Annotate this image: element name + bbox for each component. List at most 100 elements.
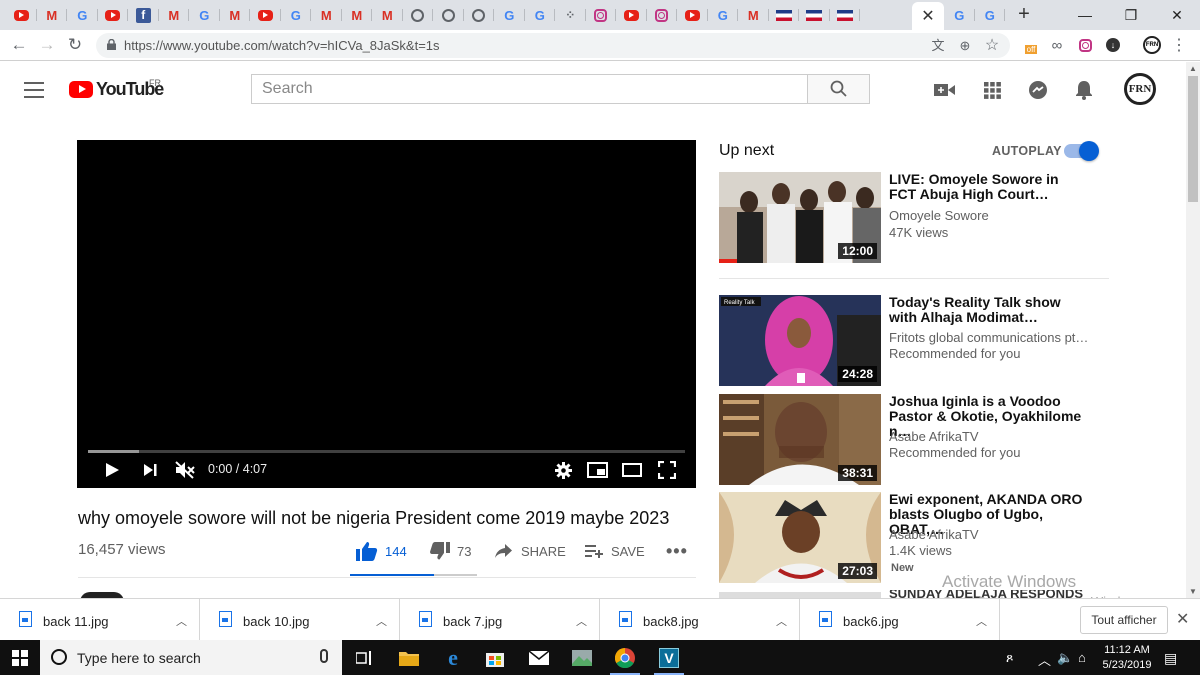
browser-tab[interactable]: f	[128, 3, 159, 27]
chevron-up-icon[interactable]: ︿	[176, 613, 187, 629]
new-tab-button[interactable]: +	[1012, 3, 1036, 27]
account-avatar[interactable]: FRN	[1124, 73, 1156, 105]
chevron-up-icon[interactable]: ︿	[376, 613, 387, 629]
messages-icon[interactable]	[1026, 78, 1050, 102]
zoom-icon[interactable]: ⊕	[955, 36, 975, 56]
apps-grid-icon[interactable]	[980, 78, 1004, 102]
browser-tab[interactable]	[433, 3, 464, 27]
fullscreen-icon[interactable]	[655, 459, 679, 481]
browser-tab[interactable]	[98, 3, 129, 27]
browser-tab[interactable]	[464, 3, 495, 27]
browser-tab[interactable]	[677, 3, 708, 27]
dislike-button[interactable]: 73	[430, 541, 471, 561]
bookmark-star-icon[interactable]: ☆	[982, 36, 1002, 56]
profile-icon[interactable]: FRN	[1141, 35, 1163, 55]
browser-tab[interactable]	[647, 3, 678, 27]
show-all-downloads-button[interactable]: Tout afficher	[1080, 606, 1168, 634]
recommendation-channel[interactable]: Asabe AfrikaTV	[889, 527, 979, 542]
file-explorer-icon[interactable]	[390, 640, 428, 675]
browser-tab[interactable]: M	[738, 3, 769, 27]
people-icon[interactable]: ጾ	[1006, 650, 1013, 666]
close-downloads-icon[interactable]: ✕	[1176, 609, 1189, 629]
search-input[interactable]	[252, 75, 807, 103]
reload-icon[interactable]: ↻	[64, 34, 86, 56]
mail-icon[interactable]	[520, 640, 558, 675]
browser-tab[interactable]: M	[159, 3, 190, 27]
extension-badge-icon[interactable]: off	[1020, 35, 1042, 55]
download-item[interactable]: back 11.jpg ︿	[0, 599, 200, 641]
network-icon[interactable]: ⌂	[1078, 650, 1086, 665]
infinity-extension-icon[interactable]: ∞	[1046, 35, 1068, 55]
photos-app-icon[interactable]	[563, 640, 601, 675]
browser-tab[interactable]	[250, 3, 281, 27]
recommendation-channel[interactable]: Omoyele Sowore	[889, 208, 989, 223]
chevron-up-icon[interactable]: ︿	[576, 613, 587, 629]
url-text[interactable]: https://www.youtube.com/watch?v=hICVa_8J…	[124, 38, 440, 53]
browser-tab[interactable]	[6, 3, 37, 27]
scroll-up-icon[interactable]: ▲	[1189, 64, 1197, 73]
browser-tab[interactable]: G	[525, 3, 556, 27]
settings-gear-icon[interactable]	[552, 459, 574, 481]
instagram-extension-icon[interactable]	[1074, 35, 1096, 55]
chrome-icon[interactable]	[606, 640, 644, 675]
recommendation-item[interactable]: 38:31 Joshua Iginla is a Voodoo Pastor &…	[719, 394, 1119, 488]
store-icon[interactable]	[476, 640, 514, 675]
browser-tab[interactable]	[616, 3, 647, 27]
restore-button[interactable]: ❐	[1108, 0, 1154, 30]
browser-tab[interactable]: M	[220, 3, 251, 27]
browser-tab[interactable]	[586, 3, 617, 27]
play-icon[interactable]	[101, 459, 123, 481]
active-tab-close-button[interactable]: ✕	[912, 2, 944, 30]
windows-start-icon[interactable]	[12, 650, 28, 666]
volume-icon[interactable]: 🔈	[1057, 650, 1073, 666]
browser-tab[interactable]: G	[189, 3, 220, 27]
video-thumbnail[interactable]: 12:00	[719, 172, 881, 263]
task-view-icon[interactable]	[346, 640, 384, 675]
create-video-icon[interactable]	[933, 78, 957, 102]
like-button[interactable]: 144	[356, 541, 407, 561]
browser-tab[interactable]: M	[37, 3, 68, 27]
browser-tab[interactable]	[799, 3, 830, 27]
browser-tab[interactable]: G	[494, 3, 525, 27]
share-button[interactable]: SHARE	[495, 541, 566, 561]
recommendation-channel[interactable]: Asabe AfrikaTV	[889, 429, 979, 444]
browser-tab[interactable]: G	[67, 3, 98, 27]
scroll-thumb[interactable]	[1188, 76, 1198, 202]
recommendation-item[interactable]: 12:00 LIVE: Omoyele Sowore in FCT Abuja …	[719, 172, 1119, 266]
recommendation-title[interactable]: Today's Reality Talk show with Alhaja Mo…	[889, 295, 1089, 325]
browser-tab[interactable]: G	[944, 3, 975, 27]
browser-tab[interactable]: G	[708, 3, 739, 27]
browser-tab[interactable]: M	[311, 3, 342, 27]
taskbar-search[interactable]: Type here to search	[40, 640, 342, 675]
edge-browser-icon[interactable]: e	[434, 640, 472, 675]
clock[interactable]: 11:12 AM 5/23/2019	[1098, 643, 1156, 673]
back-icon[interactable]: ←	[8, 34, 30, 56]
notifications-bell-icon[interactable]	[1072, 78, 1096, 102]
save-button[interactable]: SAVE	[585, 541, 645, 561]
browser-tab[interactable]: ⁘	[555, 3, 586, 27]
taskbar-search-text[interactable]: Type here to search	[77, 650, 201, 666]
hamburger-menu-icon[interactable]	[24, 82, 44, 98]
microphone-icon[interactable]	[320, 649, 328, 663]
browser-tab[interactable]	[403, 3, 434, 27]
more-actions-icon[interactable]: •••	[666, 541, 688, 561]
download-item[interactable]: back6.jpg ︿	[800, 599, 1000, 641]
browser-tab[interactable]	[769, 3, 800, 27]
video-player[interactable]: 0:00 / 4:07	[77, 140, 696, 488]
minimize-button[interactable]: —	[1062, 0, 1108, 30]
address-bar[interactable]: https://www.youtube.com/watch?v=hICVa_8J…	[96, 33, 1010, 58]
progress-bar[interactable]	[88, 450, 685, 453]
browser-tab[interactable]	[830, 3, 861, 27]
browser-tab[interactable]: G	[281, 3, 312, 27]
video-thumbnail[interactable]: Reality Talk 24:28	[719, 295, 881, 386]
download-item[interactable]: back8.jpg ︿	[600, 599, 800, 641]
window-close-button[interactable]: ✕	[1154, 0, 1200, 30]
chevron-up-icon[interactable]: ︿	[776, 613, 787, 629]
browser-tab[interactable]: M	[372, 3, 403, 27]
scroll-down-icon[interactable]: ▼	[1189, 587, 1197, 596]
video-thumbnail[interactable]: 38:31	[719, 394, 881, 485]
recommendation-channel[interactable]: Fritots global communications pt…	[889, 330, 1087, 345]
recommendation-title[interactable]: LIVE: Omoyele Sowore in FCT Abuja High C…	[889, 172, 1089, 202]
browser-tab[interactable]: M	[342, 3, 373, 27]
mute-icon[interactable]	[173, 459, 197, 481]
